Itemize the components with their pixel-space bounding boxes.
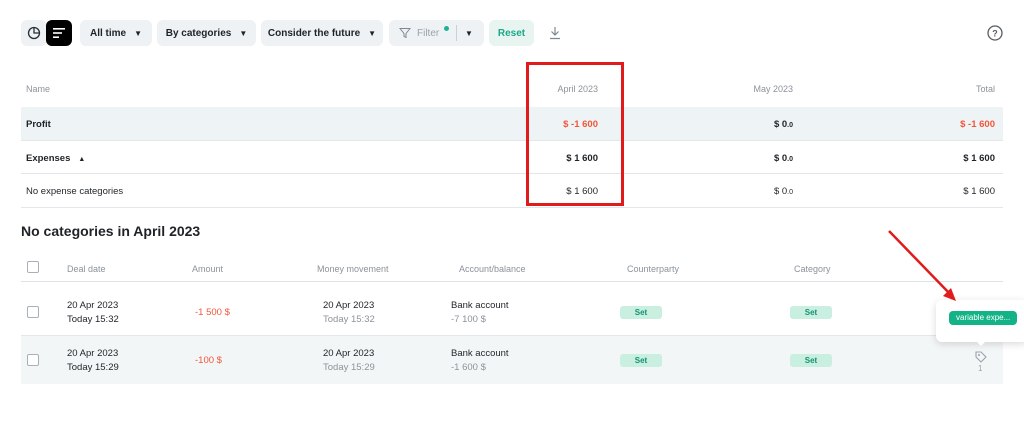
future-label: Consider the future: [267, 27, 361, 39]
account-balance: -7 100 $: [451, 314, 486, 325]
tag-icon[interactable]: [974, 350, 988, 364]
header-total: Total: [975, 84, 995, 94]
profit-may-decimal: .0: [787, 122, 793, 129]
header-may: May 2023: [753, 84, 793, 94]
no-categories-may-main: $ 0: [773, 186, 788, 197]
tooltip-arrow: [976, 341, 986, 346]
download-icon[interactable]: [542, 20, 568, 46]
header-amount: Amount: [192, 264, 224, 274]
amount: -100 $: [195, 355, 222, 366]
account-name: Bank account: [451, 348, 509, 359]
filter-active-dot: [444, 26, 449, 31]
section-title: No categories in April 2023: [21, 223, 201, 239]
profit-label: Profit: [26, 119, 51, 130]
svg-text:?: ?: [992, 29, 998, 39]
chevron-down-icon: ▼: [239, 28, 248, 38]
header-counterparty: Counterparty: [627, 264, 680, 274]
header-deal-date: Deal date: [67, 264, 106, 274]
set-counterparty-button[interactable]: Set: [620, 354, 662, 367]
set-category-button[interactable]: Set: [790, 354, 832, 367]
chevron-down-icon: ▼: [134, 28, 143, 38]
set-category-button[interactable]: Set: [790, 306, 832, 319]
header-name: Name: [26, 84, 51, 94]
expenses-may-decimal: .0: [787, 156, 793, 163]
movement-time: Today 15:29: [323, 362, 375, 373]
movement-date: 20 Apr 2023: [323, 348, 375, 359]
row-checkbox[interactable]: [27, 354, 39, 366]
profit-total: $ -1 600: [960, 119, 995, 130]
select-all-checkbox[interactable]: [27, 261, 39, 273]
filter-icon: [399, 28, 411, 39]
expenses-label-text: Expenses: [26, 153, 71, 164]
chevron-down-icon[interactable]: ▼: [465, 29, 473, 38]
reset-button[interactable]: Reset: [489, 20, 534, 46]
no-categories-may: $ 0.0: [774, 186, 793, 197]
table-row[interactable]: 20 Apr 2023 Today 15:29 -100 $ 20 Apr 20…: [21, 336, 1003, 384]
deal-time: Today 15:32: [67, 314, 119, 325]
header-account-balance: Account/balance: [459, 264, 526, 274]
account-name: Bank account: [451, 300, 509, 311]
no-expense-categories-row[interactable]: No expense categories $ 1 600 $ 0.0 $ 1 …: [21, 174, 1003, 208]
amount: -1 500 $: [195, 307, 230, 318]
header-category: Category: [794, 264, 831, 274]
period-label: All time: [89, 27, 127, 39]
reset-label: Reset: [497, 27, 526, 39]
tag-tooltip: variable expe...: [936, 300, 1024, 346]
help-icon[interactable]: ?: [987, 25, 1003, 41]
future-dropdown[interactable]: Consider the future ▼: [261, 20, 383, 46]
deal-date: 20 Apr 2023: [67, 348, 119, 359]
chevron-down-icon: ▼: [368, 28, 377, 38]
filter-button[interactable]: Filter ▼: [389, 20, 484, 46]
expenses-may-main: $ 0: [773, 153, 788, 164]
summary-header: Name April 2023 May 2023 Total: [21, 80, 1003, 98]
expenses-label: Expenses ▲: [26, 153, 85, 164]
profit-row: Profit $ -1 600 $ 0.0 $ -1 600: [21, 107, 1003, 140]
expenses-may: $ 0.0: [774, 153, 793, 164]
deal-date: 20 Apr 2023: [67, 300, 119, 311]
no-categories-total: $ 1 600: [963, 186, 995, 197]
filter-label: Filter: [417, 27, 440, 39]
list-view-icon[interactable]: [46, 20, 72, 46]
profit-may: $ 0.0: [774, 119, 793, 130]
no-categories-may-decimal: .0: [787, 189, 793, 196]
expenses-row[interactable]: Expenses ▲ $ 1 600 $ 0.0 $ 1 600: [21, 140, 1003, 174]
grouping-dropdown[interactable]: By categories ▼: [157, 20, 256, 46]
chart-view-icon[interactable]: [21, 20, 47, 46]
movement-date: 20 Apr 2023: [323, 300, 375, 311]
movement-time: Today 15:32: [323, 314, 375, 325]
deal-time: Today 15:29: [67, 362, 119, 373]
collapse-icon[interactable]: ▲: [78, 156, 85, 163]
grouping-label: By categories: [165, 27, 232, 39]
highlight-annotation: [526, 62, 624, 206]
transactions-header: Deal date Amount Money movement Account/…: [21, 258, 1003, 282]
account-balance: -1 600 $: [451, 362, 486, 373]
expenses-total: $ 1 600: [963, 153, 995, 164]
divider: [456, 25, 457, 41]
tag-count: 1: [978, 364, 983, 373]
set-counterparty-button[interactable]: Set: [620, 306, 662, 319]
tag-pill[interactable]: variable expe...: [949, 311, 1018, 325]
header-money-movement: Money movement: [317, 264, 389, 274]
period-dropdown[interactable]: All time ▼: [80, 20, 152, 46]
profit-may-main: $ 0: [773, 119, 788, 130]
no-categories-label: No expense categories: [26, 186, 124, 197]
toolbar: All time ▼ By categories ▼ Consider the fu…: [21, 20, 1011, 46]
arrow-annotation: [888, 230, 956, 301]
row-checkbox[interactable]: [27, 306, 39, 318]
table-row[interactable]: 20 Apr 2023 Today 15:32 -1 500 $ 20 Apr …: [21, 288, 1003, 336]
